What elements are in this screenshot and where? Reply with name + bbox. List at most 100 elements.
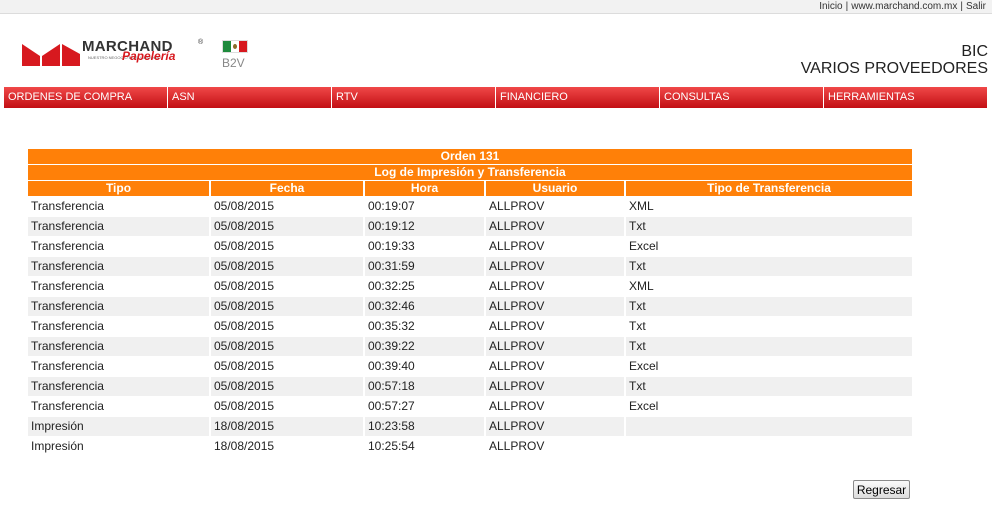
cell-tipo: Transferencia [28,197,211,216]
cell-fecha: 18/08/2015 [211,417,365,436]
column-header: Tipo de Transferencia [626,181,912,196]
cell-fecha: 05/08/2015 [211,237,365,256]
cell-tipo: Impresión [28,417,211,436]
cell-tipo: Transferencia [28,337,211,356]
cell-hora: 00:31:59 [365,257,486,276]
company-info: BIC VARIOS PROVEEDORES [801,43,988,77]
logo-sub: Papelería [122,49,176,63]
nav-rtv[interactable]: RTV [332,87,496,108]
table-row: Transferencia 05/08/2015 00:57:18 ALLPROV Tx… [28,377,912,396]
cell-fecha: 05/08/2015 [211,277,365,296]
cell-usuario: ALLPROV [486,397,626,416]
logo-registered: ® [198,39,204,46]
cell-hora: 00:19:07 [365,197,486,216]
cell-hora: 10:25:54 [365,437,486,456]
link-separator: | [845,1,849,12]
cell-fecha: 05/08/2015 [211,337,365,356]
cell-usuario: ALLPROV [486,257,626,276]
cell-fecha: 05/08/2015 [211,197,365,216]
table-row: Transferencia 05/08/2015 00:32:46 ALLPROV Tx… [28,297,912,316]
nav-consultas[interactable]: CONSULTAS [660,87,824,108]
log-table: Orden 131 Log de Impresión y Transferenc… [28,148,912,457]
table-row: Transferencia 05/08/2015 00:32:25 ALLPROV XM… [28,277,912,296]
cell-tipo: Transferencia [28,297,211,316]
table-row: Impresión 18/08/2015 10:25:54 ALLPROV [28,437,912,456]
table-row: Impresión 18/08/2015 10:23:58 ALLPROV [28,417,912,436]
cell-hora: 00:19:33 [365,237,486,256]
cell-usuario: ALLPROV [486,297,626,316]
cell-usuario: ALLPROV [486,197,626,216]
cell-tipo: Transferencia [28,237,211,256]
column-headers: Tipo Fecha Hora Usuario Tipo de Transfer… [28,181,912,196]
cell-tipo: Impresión [28,437,211,456]
cell-tipo-transferencia: XML [629,279,654,293]
cell-fecha: 05/08/2015 [211,397,365,416]
column-header: Tipo [28,181,211,196]
column-header: Hora [365,181,486,196]
marchand-logo: MARCHAND ® NUESTRO NEGOCIO ES SU NEGOCIO… [22,38,204,66]
cell-hora: 00:39:40 [365,357,486,376]
website-link[interactable]: www.marchand.com.mx [851,1,957,12]
cell-usuario: ALLPROV [486,377,626,396]
column-header: Fecha [211,181,365,196]
cell-usuario: ALLPROV [486,277,626,296]
cell-tipo: Transferencia [28,257,211,276]
cell-tipo-transferencia: XML [629,199,654,213]
marchand-logo-icon [22,44,80,66]
salir-link[interactable]: Salir [966,1,986,12]
cell-hora: 00:35:32 [365,317,486,336]
cell-fecha: 05/08/2015 [211,377,365,396]
mexico-flag-icon [222,40,248,53]
cell-tipo-transferencia: Txt [626,257,912,276]
nav-ordenes-de-compra[interactable]: ORDENES DE COMPRA [4,87,168,108]
cell-usuario: ALLPROV [486,357,626,376]
cell-fecha: 05/08/2015 [211,357,365,376]
cell-hora: 00:19:12 [365,217,486,236]
cell-hora: 10:23:58 [365,417,486,436]
table-row: Transferencia 05/08/2015 00:31:59 ALLPROV Tx… [28,257,912,276]
nav-asn[interactable]: ASN [168,87,332,108]
cell-fecha: 05/08/2015 [211,317,365,336]
company-name: BIC [961,43,988,60]
table-row: Transferencia 05/08/2015 00:35:32 ALLPROV Tx… [28,317,912,336]
nav-financiero[interactable]: FINANCIERO [496,87,660,108]
cell-fecha: 05/08/2015 [211,297,365,316]
cell-hora: 00:57:18 [365,377,486,396]
cell-tipo-transferencia: Excel [629,239,659,253]
cell-tipo-transferencia: Txt [629,319,646,333]
cell-tipo-transferencia: Txt [626,297,912,316]
table-row: Transferencia 05/08/2015 00:39:40 ALLPROV Ex… [28,357,912,376]
supplier-name: VARIOS PROVEEDORES [800,60,988,77]
inicio-link[interactable]: Inicio [819,1,842,12]
nav-herramientas[interactable]: HERRAMIENTAS [824,87,987,108]
cell-tipo: Transferencia [28,397,211,416]
table-row: Transferencia 05/08/2015 00:19:33 ALLPROV Ex… [28,237,912,256]
cell-usuario: ALLPROV [486,437,626,456]
cell-tipo-transferencia: Excel [629,359,659,373]
table-row: Transferencia 05/08/2015 00:19:12 ALLPROV Tx… [28,217,912,236]
cell-usuario: ALLPROV [486,317,626,336]
cell-tipo: Transferencia [28,217,211,236]
cell-tipo: Transferencia [28,357,211,376]
top-utility-bar: Inicio | www.marchand.com.mx | Salir [0,0,992,14]
cell-fecha: 18/08/2015 [211,437,365,456]
table-row: Transferencia 05/08/2015 00:19:07 ALLPROV XM… [28,197,912,216]
cell-tipo-transferencia [626,417,912,436]
cell-tipo: Transferencia [28,277,211,296]
link-separator: | [960,1,963,12]
cell-hora: 00:57:27 [365,397,486,416]
cell-fecha: 05/08/2015 [211,217,365,236]
cell-usuario: ALLPROV [486,237,626,256]
log-subtitle: Log de Impresión y Transferencia [28,165,912,180]
cell-hora: 00:32:46 [365,297,486,316]
cell-tipo-transferencia [626,437,912,456]
cell-fecha: 05/08/2015 [211,257,365,276]
cell-tipo-transferencia: Txt [626,337,912,356]
cell-hora: 00:32:25 [365,277,486,296]
cell-tipo-transferencia: Excel [629,399,659,413]
regresar-button[interactable]: Regresar [853,480,910,499]
cell-tipo: Transferencia [28,377,211,396]
cell-usuario: ALLPROV [486,217,626,236]
cell-usuario: ALLPROV [486,337,626,356]
column-header: Usuario [486,181,626,196]
